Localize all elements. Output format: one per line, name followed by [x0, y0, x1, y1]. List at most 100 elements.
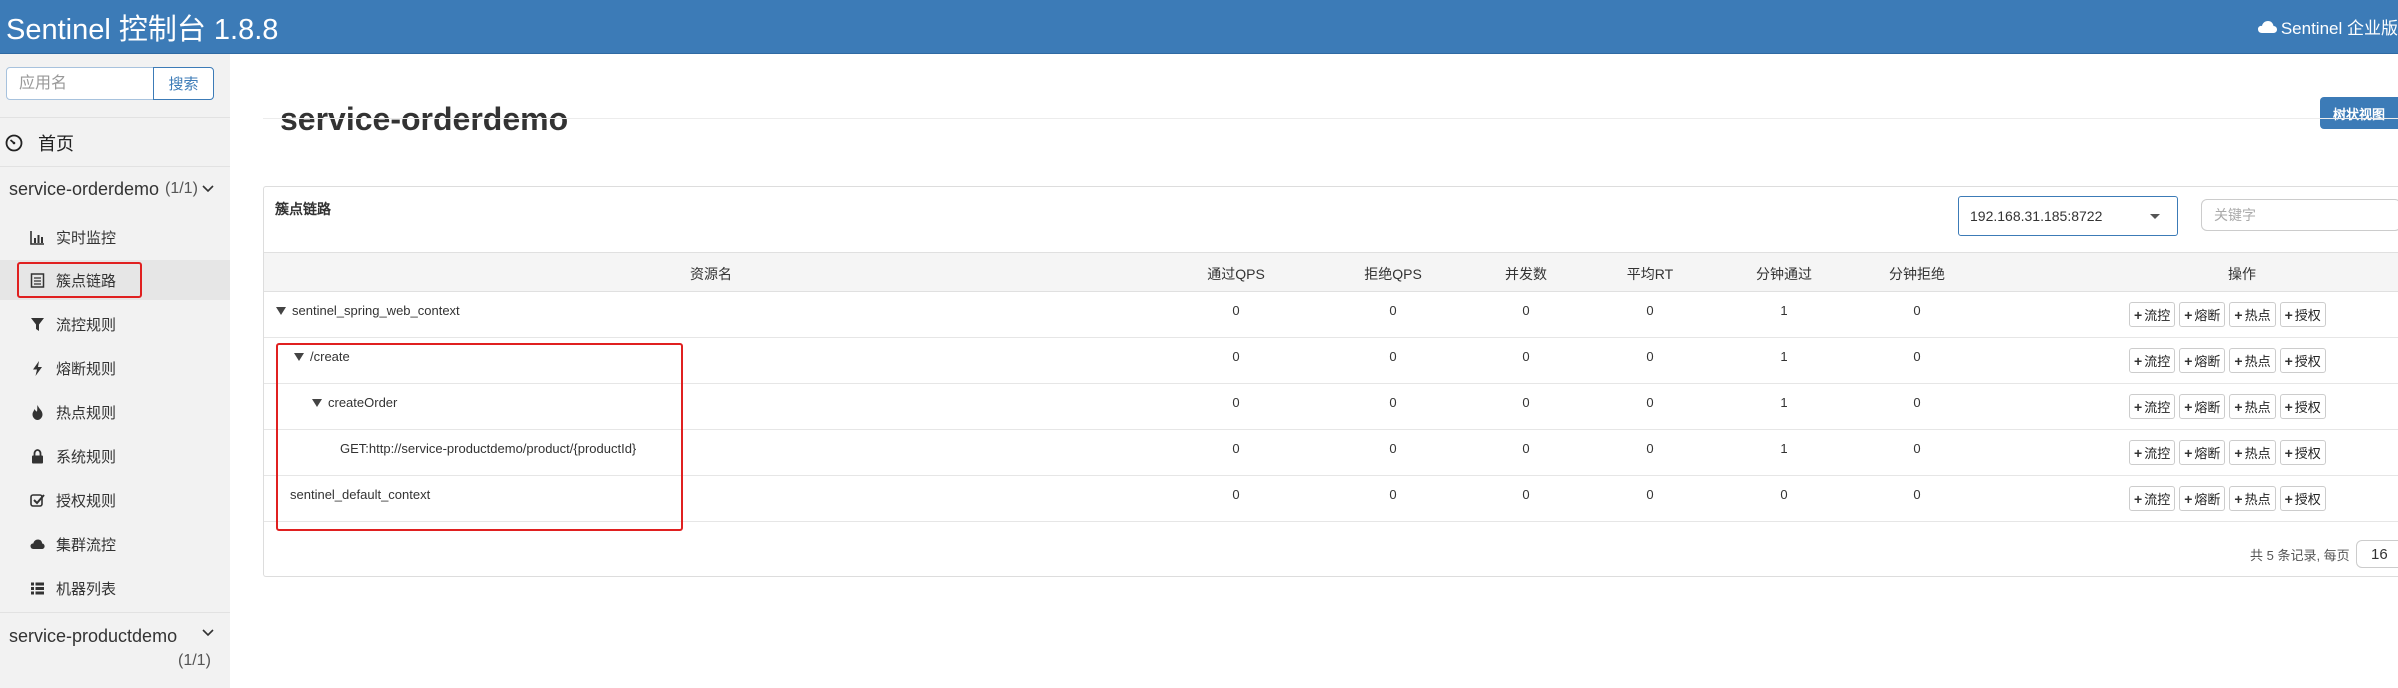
table-cell-value: 0	[1389, 349, 1397, 364]
add-flow-rule-button[interactable]: + 流控	[2129, 394, 2176, 419]
sidebar-item-home[interactable]: 首页	[5, 130, 74, 156]
add-degrade-rule-button[interactable]: + 熔断	[2179, 440, 2226, 465]
sidebar-item-hotspot-rules[interactable]: 热点规则	[0, 392, 230, 432]
add-authority-rule-button[interactable]: + 授权	[2279, 486, 2326, 511]
app-machine-count: (1/1)	[165, 180, 198, 197]
table-cell-value: 0	[1232, 349, 1240, 364]
plus-icon: +	[2134, 444, 2143, 461]
col-concurrency: 并发数	[1505, 266, 1547, 282]
add-hotspot-rule-button[interactable]: + 热点	[2229, 486, 2276, 511]
sidebar-item-flow-rules[interactable]: 流控规则	[0, 304, 230, 344]
table-cell-value: 0	[1522, 303, 1530, 318]
plus-icon: +	[2234, 352, 2243, 369]
col-block-qps: 拒绝QPS	[1364, 266, 1422, 282]
add-hotspot-rule-button[interactable]: + 热点	[2229, 302, 2276, 327]
add-flow-rule-button[interactable]: + 流控	[2129, 440, 2176, 465]
add-flow-rule-button[interactable]: + 流控	[2129, 302, 2176, 327]
sidebar-item-authority-rules[interactable]: 授权规则	[0, 480, 230, 520]
op-label: 热点	[2244, 308, 2271, 323]
table-cell-value: 0	[1913, 395, 1921, 410]
plus-icon: +	[2134, 398, 2143, 415]
search-button[interactable]: 搜索	[153, 67, 214, 100]
cloud-icon	[2257, 20, 2277, 33]
enterprise-link[interactable]: Sentinel 企业版	[2257, 14, 2398, 39]
op-label: 热点	[2244, 446, 2271, 461]
op-label: 授权	[2294, 308, 2321, 323]
menu-label: 实时监控	[56, 229, 117, 247]
sidebar-item-realtime-monitor[interactable]: 实时监控	[0, 217, 230, 257]
flash-icon	[33, 360, 42, 376]
plus-icon: +	[2234, 306, 2243, 323]
enterprise-link-label: Sentinel 企业版	[2280, 19, 2398, 38]
col-minute-pass: 分钟通过	[1756, 266, 1812, 282]
sidebar-item-machine-list[interactable]: 机器列表	[0, 568, 230, 608]
plus-icon: +	[2184, 444, 2193, 461]
add-degrade-rule-button[interactable]: + 熔断	[2179, 302, 2226, 327]
app-search-input[interactable]	[6, 67, 154, 100]
app-title[interactable]: Sentinel 控制台 1.8.8	[6, 6, 278, 48]
table-row-resource: sentinel_spring_web_context	[276, 303, 460, 318]
add-degrade-rule-button[interactable]: + 熔断	[2179, 486, 2226, 511]
add-authority-rule-button[interactable]: + 授权	[2279, 348, 2326, 373]
home-label: 首页	[38, 134, 74, 154]
add-hotspot-rule-button[interactable]: + 热点	[2229, 348, 2276, 373]
caret-down-icon[interactable]	[276, 306, 286, 315]
table-cell-value: 0	[1389, 395, 1397, 410]
table-cell-value: 0	[1646, 349, 1654, 364]
op-label: 熔断	[2194, 400, 2221, 415]
add-degrade-rule-button[interactable]: + 熔断	[2179, 348, 2226, 373]
add-hotspot-rule-button[interactable]: + 热点	[2229, 394, 2276, 419]
keyword-input[interactable]	[2201, 199, 2398, 231]
add-authority-rule-button[interactable]: + 授权	[2279, 302, 2326, 327]
plus-icon: +	[2234, 398, 2243, 415]
th-list-icon	[31, 582, 44, 594]
row-operations: + 流控 + 熔断 + 热点 + 授权	[2129, 486, 2326, 511]
dashboard-icon	[5, 134, 23, 152]
table-cell-value: 0	[1913, 441, 1921, 456]
app-item-productdemo[interactable]: service-productdemo	[9, 626, 177, 647]
add-flow-rule-button[interactable]: + 流控	[2129, 348, 2176, 373]
op-label: 流控	[2144, 354, 2171, 369]
menu-label: 机器列表	[56, 580, 117, 598]
plus-icon: +	[2284, 398, 2293, 415]
chevron-down-icon[interactable]	[202, 629, 214, 637]
add-flow-rule-button[interactable]: + 流控	[2129, 486, 2176, 511]
machine-select[interactable]: 192.168.31.185:8722	[1958, 196, 2178, 236]
sidebar-item-system-rules[interactable]: 系统规则	[0, 436, 230, 476]
add-degrade-rule-button[interactable]: + 熔断	[2179, 394, 2226, 419]
op-label: 熔断	[2194, 308, 2221, 323]
table-cell-value: 0	[1522, 349, 1530, 364]
menu-label: 授权规则	[56, 492, 117, 510]
table-cell-value: 0	[1522, 487, 1530, 502]
app-item-orderdemo[interactable]: service-orderdemo	[9, 179, 159, 200]
op-label: 熔断	[2194, 492, 2221, 507]
table-cell-value: 0	[1646, 487, 1654, 502]
title-divider	[263, 118, 2398, 119]
sidebar-item-cluster-flow[interactable]: 集群流控	[0, 524, 230, 564]
plus-icon: +	[2184, 398, 2193, 415]
check-square-icon	[30, 493, 45, 507]
sidebar-divider	[0, 166, 230, 167]
row-operations: + 流控 + 熔断 + 热点 + 授权	[2129, 394, 2326, 419]
sidebar-item-degrade-rules[interactable]: 熔断规则	[0, 348, 230, 388]
add-hotspot-rule-button[interactable]: + 热点	[2229, 440, 2276, 465]
op-label: 流控	[2144, 446, 2171, 461]
page-size-input[interactable]: 16	[2356, 540, 2398, 568]
add-authority-rule-button[interactable]: + 授权	[2279, 394, 2326, 419]
chevron-down-icon[interactable]	[202, 185, 214, 193]
op-label: 热点	[2244, 400, 2271, 415]
table-cell-value: 0	[1780, 487, 1788, 502]
machine-select-value: 192.168.31.185:8722	[1970, 208, 2103, 224]
row-divider	[264, 337, 2398, 338]
add-authority-rule-button[interactable]: + 授权	[2279, 440, 2326, 465]
op-label: 授权	[2294, 492, 2321, 507]
filter-icon	[31, 317, 44, 331]
bar-chart-icon	[30, 230, 44, 245]
row-operations: + 流控 + 熔断 + 热点 + 授权	[2129, 348, 2326, 373]
plus-icon: +	[2134, 306, 2143, 323]
table-cell-value: 0	[1232, 303, 1240, 318]
op-label: 流控	[2144, 492, 2171, 507]
table-cell-value: 0	[1232, 487, 1240, 502]
table-cell-value: 0	[1389, 487, 1397, 502]
tree-view-button[interactable]: 树状视图	[2320, 97, 2398, 129]
